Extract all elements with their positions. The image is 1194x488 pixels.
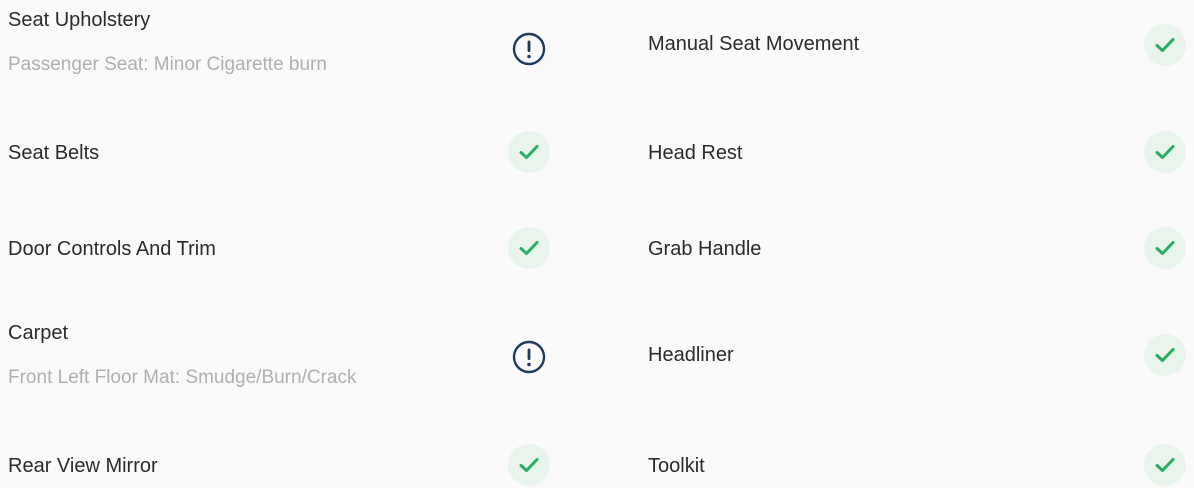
check-icon (1144, 444, 1186, 486)
inspection-item-seat-upholstery[interactable]: Seat Upholstery Passenger Seat: Minor Ci… (8, 8, 550, 75)
item-title: Headliner (648, 344, 734, 366)
item-title: Seat Upholstery (8, 9, 151, 31)
inspection-item-head-rest[interactable]: Head Rest (648, 131, 1186, 173)
check-icon (508, 444, 550, 486)
check-icon (1144, 131, 1186, 173)
item-title: Head Rest (648, 142, 743, 164)
item-title: Grab Handle (648, 238, 762, 260)
inspection-item-grab-handle[interactable]: Grab Handle (648, 227, 1186, 269)
item-title: Rear View Mirror (8, 455, 158, 477)
inspection-item-carpet[interactable]: Carpet Front Left Floor Mat: Smudge/Burn… (8, 321, 550, 388)
inspection-item-toolkit[interactable]: Toolkit (648, 444, 1186, 486)
item-title: Door Controls And Trim (8, 238, 216, 260)
check-icon (1144, 334, 1186, 376)
exclamation-icon (508, 336, 550, 378)
check-icon (1144, 227, 1186, 269)
item-note: Front Left Floor Mat: Smudge/Burn/Crack (8, 367, 357, 388)
item-title: Carpet (8, 322, 69, 344)
inspection-item-headliner[interactable]: Headliner (648, 334, 1186, 376)
inspection-item-manual-seat-movement[interactable]: Manual Seat Movement (648, 24, 1186, 66)
check-icon (508, 131, 550, 173)
inspection-item-seat-belts[interactable]: Seat Belts (8, 131, 550, 173)
check-icon (508, 227, 550, 269)
item-title: Seat Belts (8, 142, 100, 164)
inspection-item-rear-view-mirror[interactable]: Rear View Mirror (8, 444, 550, 486)
item-note: Passenger Seat: Minor Cigarette burn (8, 54, 327, 75)
item-title: Manual Seat Movement (648, 33, 860, 55)
inspection-item-door-controls[interactable]: Door Controls And Trim (8, 227, 550, 269)
check-icon (1144, 24, 1186, 66)
exclamation-icon (508, 28, 550, 70)
item-title: Toolkit (648, 455, 705, 477)
